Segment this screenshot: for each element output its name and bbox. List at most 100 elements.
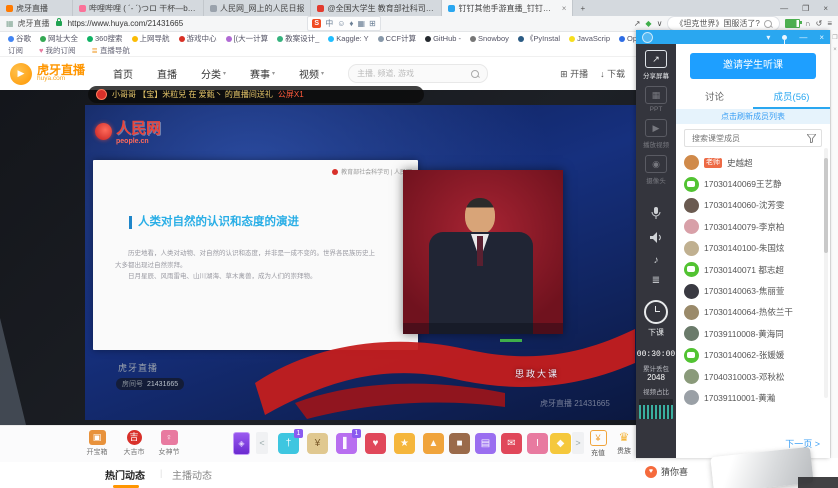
invite-students-button[interactable]: 邀请学生听课 <box>690 53 816 79</box>
speaker-icon[interactable] <box>636 232 676 246</box>
tab-close-icon[interactable]: × <box>562 4 567 13</box>
bookmark-lesson[interactable]: 教案设计_ <box>277 33 319 44</box>
lipstick-gift-icon[interactable]: I <box>527 433 548 454</box>
dingtalk-titlebar[interactable]: ▾ — × <box>636 30 830 44</box>
huya-logo[interactable]: ▶ 虎牙直播huya.com <box>10 63 85 85</box>
recharge-button[interactable]: ¥充值 <box>585 430 611 458</box>
ime-toolbar[interactable]: S 中 ☺ ♦ ▦ ⊞ <box>307 16 381 31</box>
new-tab-button[interactable]: + <box>573 0 592 16</box>
bookmark-pyinstall[interactable]: 《PyInstal <box>518 33 560 44</box>
tab-people[interactable]: 人民网_网上的人民日报 <box>204 0 311 16</box>
member-row[interactable]: 老师史越超 <box>676 152 830 173</box>
cone-gift-icon[interactable]: ▲ <box>423 433 444 454</box>
play-video-tool[interactable]: ▶播放视频 <box>636 119 676 149</box>
scrollbar-thumb[interactable] <box>824 158 828 253</box>
gift-scroll-right[interactable]: > <box>572 432 584 454</box>
trophy-gift-icon[interactable]: ★ <box>394 433 415 454</box>
side-panel-icon[interactable]: ❐ <box>831 34 838 41</box>
member-row[interactable]: 17030140062-张媛媛 <box>676 345 830 366</box>
bookmark-sites[interactable]: 网址大全 <box>40 33 78 44</box>
member-row[interactable]: 17039110008-黄海同 <box>676 323 830 344</box>
guess-you-like[interactable]: ♥猜你喜 <box>645 465 688 478</box>
extension-icon[interactable]: ◆ <box>645 19 651 28</box>
redpacket-gift-icon[interactable]: ✉ <box>501 433 522 454</box>
quick-search-box[interactable]: 《坦克世界》国服活了? <box>667 16 779 31</box>
share-screen-tool[interactable]: ↗分享屏幕 <box>636 50 676 80</box>
fan-badge-icon[interactable]: ◈ <box>233 432 250 455</box>
member-row[interactable]: 17030140069王艺静 <box>676 173 830 194</box>
side-panel-close-icon[interactable]: × <box>831 47 838 53</box>
minimize-icon[interactable]: — <box>780 4 788 13</box>
bookmark-subscribe[interactable]: 订阅 <box>8 45 23 56</box>
goldbox-gift-icon[interactable]: ◆ <box>550 433 571 454</box>
activity-treasure-box[interactable]: ▣开宝箱 <box>80 430 114 457</box>
nav-live[interactable]: 直播 <box>157 66 177 81</box>
reader-icon[interactable]: ▦ <box>6 19 14 28</box>
member-row[interactable]: 17030140060-沈芳雯 <box>676 195 830 216</box>
huya-search-box[interactable]: 主播, 频道, 游戏 <box>348 64 488 83</box>
tab-members[interactable]: 成员(56) <box>753 87 830 109</box>
nav-video[interactable]: 视频▾ <box>299 66 324 81</box>
member-list-scrollbar[interactable] <box>824 148 828 398</box>
member-row[interactable]: 17039110001-黄瀚 <box>676 387 830 408</box>
start-live-button[interactable]: ⊞ 开播 <box>560 67 588 80</box>
extension-caret-icon[interactable]: ∨ <box>657 19 663 28</box>
camera-tool[interactable]: ◉摄像头 <box>636 155 676 185</box>
filter-funnel-icon[interactable] <box>807 134 816 143</box>
tab-huya[interactable]: 虎牙直播 <box>0 0 73 16</box>
member-row[interactable]: 17030140100-朱国炫 <box>676 238 830 259</box>
tab-students[interactable]: @全国大学生 教育部社科司和人民网 <box>311 0 442 16</box>
coin-bag-gift-icon[interactable]: ¥ <box>307 433 328 454</box>
member-search-input[interactable] <box>690 133 803 144</box>
menu-icon[interactable]: ≡ <box>827 19 832 28</box>
end-class-button[interactable]: 下课 <box>636 300 676 338</box>
bookmark-kaggle[interactable]: Kaggle: Y <box>328 34 368 43</box>
activity-daji[interactable]: 吉大吉市 <box>117 430 151 457</box>
nav-home[interactable]: 首页 <box>113 66 133 81</box>
gift-scroll-left[interactable]: < <box>256 432 268 454</box>
ppt-tool[interactable]: ▦PPT <box>636 86 676 113</box>
mug-gift-icon[interactable]: ■ <box>449 433 470 454</box>
lightstick-gift-icon[interactable]: ▌1 <box>336 433 357 454</box>
video-player[interactable]: 人民网people.cn 教育部社会科学司 | 人民网 人类对自然的认识和态度的… <box>85 105 636 420</box>
member-row[interactable]: 17030140071 都志超 <box>676 259 830 280</box>
bookmark-snowboy[interactable]: Snowboy <box>470 34 509 43</box>
chevron-down-icon[interactable]: ▾ <box>766 33 770 42</box>
member-row[interactable]: 17030140063-焦丽萱 <box>676 280 830 301</box>
bookmark-calc[interactable]: [(大一计算 <box>226 33 269 44</box>
nav-category[interactable]: 分类▾ <box>201 66 226 81</box>
bookmark-nav[interactable]: 上网导航 <box>132 33 170 44</box>
tab-bilibili[interactable]: 哔哩哔哩 ( ´- ´)つロ 干杯—bilibili <box>73 0 204 16</box>
share-icon[interactable]: ↗ <box>634 19 641 28</box>
mic-icon[interactable] <box>636 207 676 223</box>
tab-dingtalk[interactable]: 钉钉其他手游直播_钉钉视频直播× <box>442 0 573 16</box>
member-row[interactable]: 17040310003-邓秋松 <box>676 366 830 387</box>
headset-icon[interactable]: ∩ <box>805 19 811 28</box>
undo-icon[interactable]: ↺ <box>816 19 823 28</box>
tab-hot-feed[interactable]: 热门动态 <box>105 467 145 482</box>
bookmark-360[interactable]: 360搜索 <box>87 33 123 44</box>
panel-close-icon[interactable]: × <box>819 33 824 42</box>
sword-gift-icon[interactable]: †1 <box>278 433 299 454</box>
bookmark-javascript[interactable]: JavaScrip <box>569 34 610 43</box>
record-icon[interactable]: ≣ <box>636 275 676 286</box>
potion-gift-icon[interactable]: ♥ <box>365 433 386 454</box>
bookmark-gamecenter[interactable]: 游戏中心 <box>179 33 217 44</box>
pin-icon[interactable] <box>782 35 787 40</box>
activity-goddess[interactable]: ♀女神节 <box>152 430 186 457</box>
close-icon[interactable]: × <box>823 4 828 13</box>
battery-saver-icon[interactable] <box>785 19 800 28</box>
bookmark-google[interactable]: 谷歌 <box>8 33 31 44</box>
member-row[interactable]: 17030140064-热依兰干 <box>676 302 830 323</box>
member-search-box[interactable] <box>684 129 822 147</box>
music-icon[interactable]: ♪ <box>636 255 676 266</box>
bookmark-live-nav[interactable]: ≣ 直播导航 <box>92 45 130 56</box>
nav-esports[interactable]: 赛事▾ <box>250 66 275 81</box>
panel-minimize-icon[interactable]: — <box>799 33 807 42</box>
member-row[interactable]: 17030140079-李京柏 <box>676 216 830 237</box>
download-button[interactable]: ↓ 下载 <box>600 67 625 80</box>
bookmark-my-subscribe[interactable]: ♥ 我的订阅 <box>39 45 76 56</box>
ticket-gift-icon[interactable]: ▤ <box>475 433 496 454</box>
url-text[interactable]: https://www.huya.com/21431665 <box>68 19 184 28</box>
tab-discussion[interactable]: 讨论 <box>676 87 753 109</box>
